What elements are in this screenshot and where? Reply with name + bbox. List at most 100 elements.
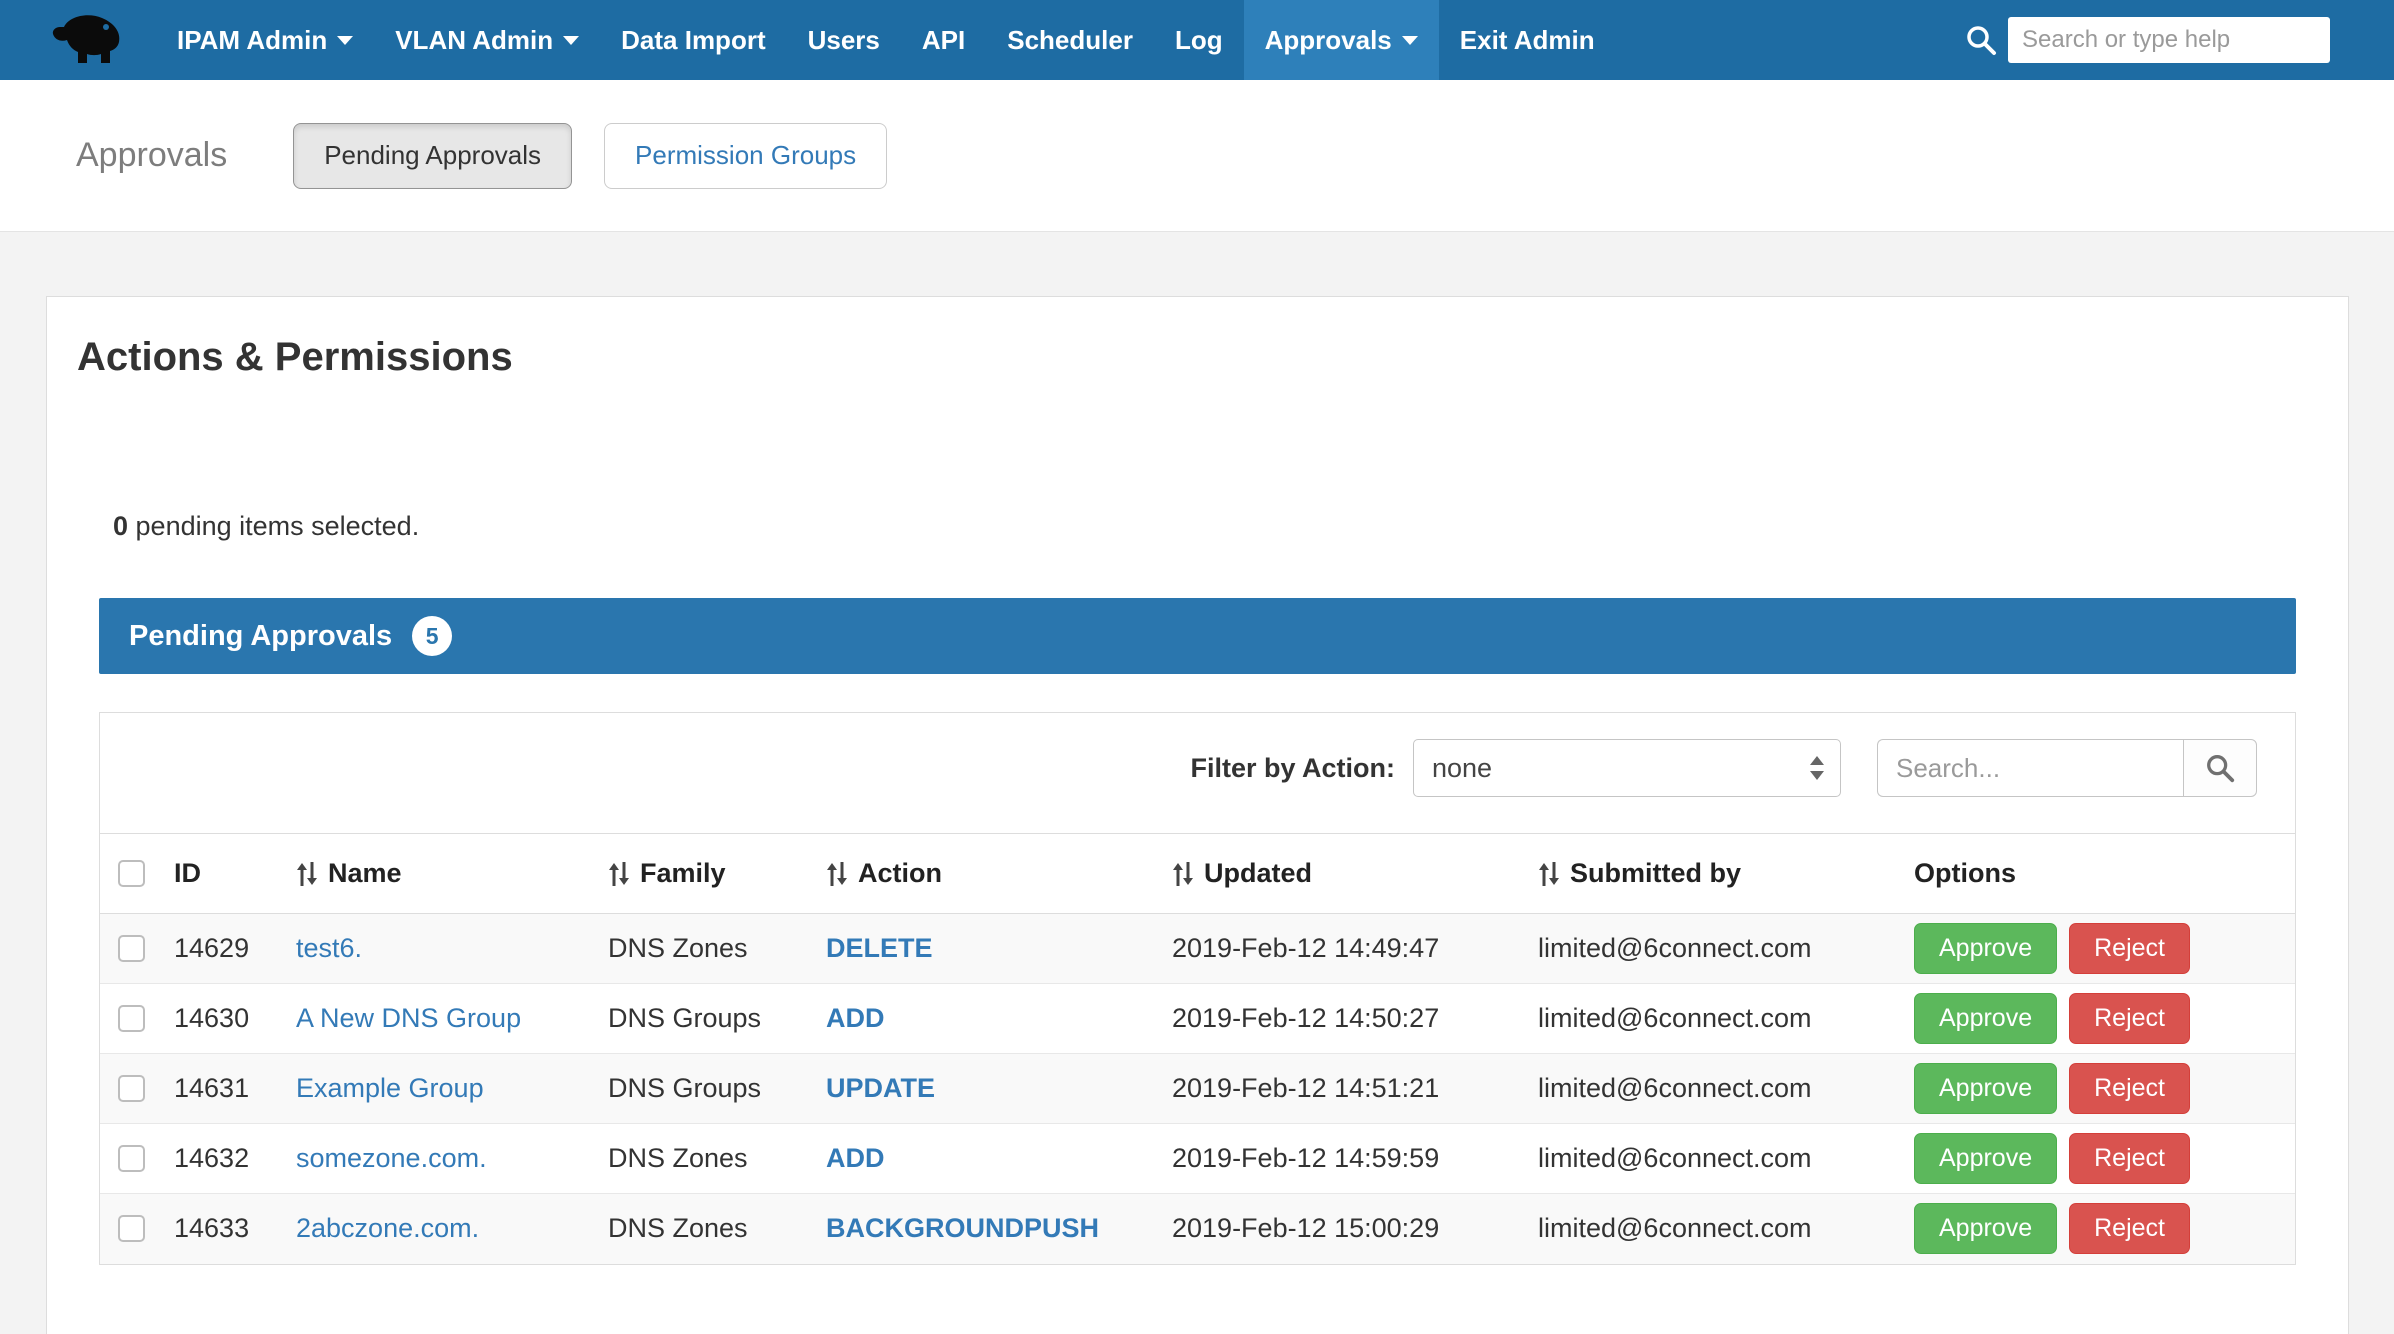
reject-button[interactable]: Reject	[2069, 923, 2190, 974]
chevron-down-icon	[563, 36, 579, 45]
row-checkbox[interactable]	[118, 1005, 145, 1032]
nav-item-approvals[interactable]: Approvals	[1244, 0, 1439, 80]
header-family[interactable]: Family	[594, 834, 812, 914]
sort-icon	[608, 860, 630, 888]
row-checkbox[interactable]	[118, 935, 145, 962]
top-navbar: IPAM Admin VLAN Admin Data Import Users …	[0, 0, 2394, 80]
header-options: Options	[1900, 834, 2295, 914]
header-action[interactable]: Action	[812, 834, 1158, 914]
sort-icon	[296, 860, 318, 888]
table-search-button[interactable]	[2183, 739, 2257, 797]
global-search-input[interactable]	[2008, 17, 2330, 63]
table-search-group	[1877, 739, 2257, 797]
table-header-row: ID Name Family Action Updated	[100, 834, 2295, 914]
cell-submitted-by: limited@6connect.com	[1524, 984, 1900, 1054]
select-all-header	[100, 834, 160, 914]
cell-name-link[interactable]: test6.	[296, 933, 362, 963]
approvals-table-panel: Filter by Action: none	[99, 712, 2296, 1265]
cell-family: DNS Groups	[594, 1054, 812, 1124]
approve-button[interactable]: Approve	[1914, 993, 2057, 1044]
cell-family: DNS Zones	[594, 1194, 812, 1264]
cell-id: 14630	[160, 984, 282, 1054]
filter-action-select[interactable]: none	[1413, 739, 1841, 797]
count-badge: 5	[412, 616, 452, 656]
cell-submitted-by: limited@6connect.com	[1524, 1054, 1900, 1124]
row-checkbox[interactable]	[118, 1215, 145, 1242]
cell-action-link[interactable]: UPDATE	[826, 1073, 935, 1103]
cell-family: DNS Groups	[594, 984, 812, 1054]
approve-button[interactable]: Approve	[1914, 1133, 2057, 1184]
reject-button[interactable]: Reject	[2069, 1203, 2190, 1254]
nav-item-scheduler[interactable]: Scheduler	[986, 0, 1154, 80]
sort-icon	[1172, 860, 1194, 888]
cell-family: DNS Zones	[594, 914, 812, 984]
cell-id: 14632	[160, 1124, 282, 1194]
cell-updated: 2019-Feb-12 14:50:27	[1158, 984, 1524, 1054]
cell-action-link[interactable]: BACKGROUNDPUSH	[826, 1213, 1099, 1243]
cell-id: 14629	[160, 914, 282, 984]
select-arrows-icon	[1810, 756, 1824, 780]
nav-item-ipam-admin[interactable]: IPAM Admin	[156, 0, 374, 80]
table-search-input[interactable]	[1877, 739, 2183, 797]
pending-approvals-header: Pending Approvals 5	[99, 598, 2296, 674]
approve-button[interactable]: Approve	[1914, 923, 2057, 974]
cell-id: 14631	[160, 1054, 282, 1124]
search-icon	[2204, 752, 2236, 784]
sort-icon	[1538, 860, 1560, 888]
nav-item-log[interactable]: Log	[1154, 0, 1244, 80]
table-toolbar: Filter by Action: none	[100, 713, 2295, 833]
nav-item-exit-admin[interactable]: Exit Admin	[1439, 0, 1616, 80]
table-row: 14632 somezone.com. DNS Zones ADD 2019-F…	[100, 1124, 2295, 1194]
approvals-subheader: Approvals Pending Approvals Permission G…	[0, 80, 2394, 232]
approve-button[interactable]: Approve	[1914, 1063, 2057, 1114]
nav-item-users[interactable]: Users	[787, 0, 901, 80]
sort-icon	[826, 860, 848, 888]
chevron-down-icon	[337, 36, 353, 45]
filter-selected-value: none	[1432, 753, 1492, 784]
search-icon	[1964, 23, 1998, 57]
reject-button[interactable]: Reject	[2069, 993, 2190, 1044]
cell-name-link[interactable]: Example Group	[296, 1073, 484, 1103]
table-row: 14631 Example Group DNS Groups UPDATE 20…	[100, 1054, 2295, 1124]
row-checkbox[interactable]	[118, 1075, 145, 1102]
table-row: 14633 2abczone.com. DNS Zones BACKGROUND…	[100, 1194, 2295, 1264]
elephant-logo-icon	[44, 12, 132, 68]
filter-group: Filter by Action: none	[1190, 739, 1841, 797]
cell-family: DNS Zones	[594, 1124, 812, 1194]
cell-updated: 2019-Feb-12 14:51:21	[1158, 1054, 1524, 1124]
approve-button[interactable]: Approve	[1914, 1203, 2057, 1254]
pending-approvals-title: Pending Approvals	[129, 620, 392, 653]
cell-updated: 2019-Feb-12 14:59:59	[1158, 1124, 1524, 1194]
global-search	[1964, 17, 2330, 63]
page-title: Approvals	[76, 136, 227, 175]
header-updated[interactable]: Updated	[1158, 834, 1524, 914]
cell-submitted-by: limited@6connect.com	[1524, 1194, 1900, 1264]
cell-name-link[interactable]: A New DNS Group	[296, 1003, 521, 1033]
cell-action-link[interactable]: ADD	[826, 1143, 885, 1173]
cell-name-link[interactable]: somezone.com.	[296, 1143, 487, 1173]
select-all-checkbox[interactable]	[118, 860, 145, 887]
cell-action-link[interactable]: DELETE	[826, 933, 933, 963]
reject-button[interactable]: Reject	[2069, 1133, 2190, 1184]
nav-item-api[interactable]: API	[901, 0, 986, 80]
cell-action-link[interactable]: ADD	[826, 1003, 885, 1033]
selected-count: 0	[113, 511, 128, 541]
reject-button[interactable]: Reject	[2069, 1063, 2190, 1114]
nav-item-data-import[interactable]: Data Import	[600, 0, 786, 80]
cell-id: 14633	[160, 1194, 282, 1264]
tab-permission-groups[interactable]: Permission Groups	[604, 123, 887, 189]
header-submitted-by[interactable]: Submitted by	[1524, 834, 1900, 914]
pending-approvals-table: ID Name Family Action Updated	[100, 833, 2295, 1264]
header-name[interactable]: Name	[282, 834, 594, 914]
cell-name-link[interactable]: 2abczone.com.	[296, 1213, 479, 1243]
nav-item-vlan-admin[interactable]: VLAN Admin	[374, 0, 600, 80]
provision-logo	[44, 12, 132, 68]
tab-pending-approvals[interactable]: Pending Approvals	[293, 123, 572, 189]
cell-updated: 2019-Feb-12 15:00:29	[1158, 1194, 1524, 1264]
cell-submitted-by: limited@6connect.com	[1524, 1124, 1900, 1194]
row-checkbox[interactable]	[118, 1145, 145, 1172]
main-menu: IPAM Admin VLAN Admin Data Import Users …	[156, 0, 1616, 80]
table-row: 14630 A New DNS Group DNS Groups ADD 201…	[100, 984, 2295, 1054]
cell-submitted-by: limited@6connect.com	[1524, 914, 1900, 984]
table-row: 14629 test6. DNS Zones DELETE 2019-Feb-1…	[100, 914, 2295, 984]
